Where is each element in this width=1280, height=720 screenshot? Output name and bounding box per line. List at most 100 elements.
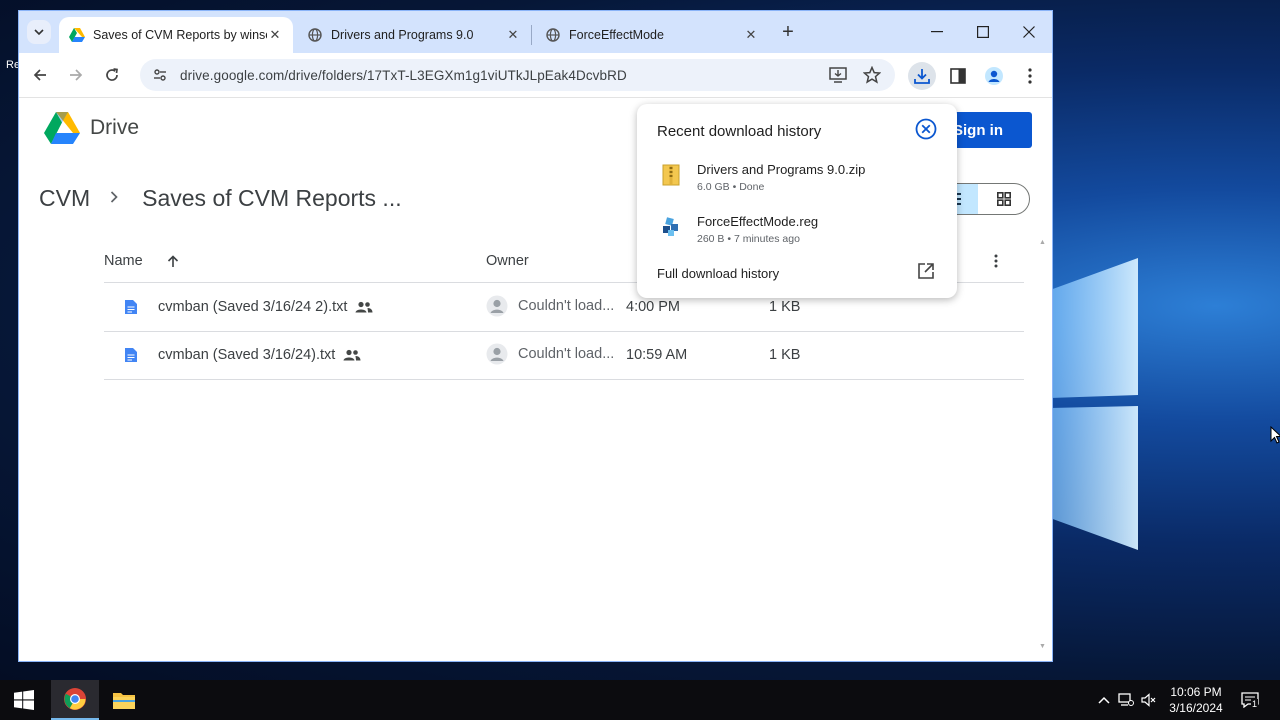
globe-icon — [307, 27, 323, 43]
owner-avatar-icon — [486, 343, 508, 365]
windows-taskbar: 10:06 PM 3/16/2024 1 — [0, 680, 1280, 720]
volume-tray-icon[interactable] — [1140, 691, 1158, 709]
clock-time: 10:06 PM — [1170, 685, 1222, 699]
column-options-button[interactable] — [986, 251, 1006, 271]
close-window-button[interactable] — [1015, 19, 1043, 45]
sort-arrow-up-icon[interactable] — [167, 254, 179, 268]
text-document-icon — [125, 348, 137, 362]
download-icon — [914, 69, 930, 84]
download-file-name: ForceEffectMode.reg — [697, 214, 819, 229]
reload-button[interactable] — [100, 63, 124, 87]
breadcrumb-item-root[interactable]: CVM — [39, 185, 90, 212]
file-name[interactable]: cvmban (Saved 3/16/24 2).txt — [158, 299, 347, 315]
clock-date: 3/16/2024 — [1169, 701, 1223, 715]
close-circle-icon — [915, 118, 937, 140]
chrome-menu-button[interactable] — [1016, 62, 1044, 90]
site-info-icon[interactable] — [150, 65, 170, 85]
taskbar-file-explorer[interactable] — [100, 680, 148, 720]
side-panel-icon — [950, 68, 966, 84]
tab-title: Saves of CVM Reports by winse — [93, 28, 267, 42]
owner-text: Couldn't load... — [518, 346, 615, 362]
windows-start-icon — [14, 690, 34, 710]
zip-file-icon — [662, 164, 680, 186]
shared-people-icon — [355, 301, 373, 313]
owner-cell: Couldn't load... — [486, 295, 614, 317]
shared-people-icon — [343, 349, 361, 361]
file-explorer-icon — [113, 693, 135, 709]
close-bubble-button[interactable] — [915, 118, 937, 140]
arrow-left-icon — [33, 69, 46, 81]
breadcrumb: CVM Saves of CVM Reports ... — [39, 185, 402, 212]
tab-search-button[interactable] — [27, 20, 51, 44]
chrome-icon — [64, 688, 86, 710]
reload-icon — [106, 68, 118, 81]
tab-strip: Saves of CVM Reports by winse ✕ Drivers … — [19, 11, 1052, 53]
owner-cell: Couldn't load... — [486, 343, 614, 365]
close-tab-icon[interactable]: ✕ — [505, 27, 521, 43]
globe-icon — [545, 27, 561, 43]
chevron-up-icon — [1098, 696, 1110, 704]
address-bar[interactable]: drive.google.com/drive/folders/17TxT-L3E… — [140, 59, 895, 91]
download-history-bubble: Recent download history Drivers and Prog… — [637, 104, 957, 298]
minimize-icon — [931, 31, 943, 33]
column-header-owner[interactable]: Owner — [486, 253, 529, 269]
google-drive-logo-icon — [44, 112, 80, 144]
bookmark-star-icon[interactable] — [862, 65, 882, 85]
taskbar-clock[interactable]: 10:06 PM 3/16/2024 — [1160, 684, 1232, 716]
start-button[interactable] — [14, 690, 34, 710]
network-icon — [1118, 693, 1134, 706]
drive-brand-name: Drive — [90, 116, 140, 139]
modified-cell: 4:00 PM — [626, 299, 680, 315]
table-row[interactable]: cvmban (Saved 3/16/24).txt Couldn't load… — [104, 332, 1024, 380]
more-vert-icon — [1028, 68, 1032, 84]
new-tab-button[interactable]: + — [777, 21, 799, 43]
show-hidden-icons-button[interactable] — [1095, 691, 1113, 709]
network-tray-icon[interactable] — [1117, 691, 1135, 709]
breadcrumb-item-current[interactable]: Saves of CVM Reports ... — [142, 185, 401, 212]
modified-cell: 10:59 AM — [626, 347, 688, 363]
drive-logo[interactable]: Drive — [44, 112, 139, 144]
text-document-icon — [125, 300, 137, 314]
profile-button[interactable] — [980, 62, 1008, 90]
profile-avatar-icon — [985, 67, 1003, 85]
minimize-button[interactable] — [923, 19, 951, 45]
open-in-new-icon[interactable] — [917, 262, 937, 282]
file-name-cell: cvmban (Saved 3/16/24).txt — [124, 347, 361, 363]
full-download-history-link[interactable]: Full download history — [657, 266, 779, 281]
arrow-right-icon — [70, 69, 83, 81]
download-item[interactable]: Drivers and Programs 9.0.zip 6.0 GB • Do… — [657, 162, 937, 202]
download-bubble-title: Recent download history — [657, 123, 822, 140]
close-tab-icon[interactable]: ✕ — [743, 27, 759, 43]
download-file-name: Drivers and Programs 9.0.zip — [697, 162, 866, 177]
tab-drivers-programs[interactable]: Drivers and Programs 9.0 ✕ — [297, 17, 531, 53]
taskbar-chrome[interactable] — [51, 680, 99, 720]
volume-muted-icon — [1141, 693, 1156, 707]
maximize-button[interactable] — [969, 19, 997, 45]
file-name[interactable]: cvmban (Saved 3/16/24).txt — [158, 347, 335, 363]
scroll-down-arrow[interactable]: ▼ — [1039, 643, 1046, 650]
mouse-cursor-icon — [1270, 425, 1280, 444]
column-name-label: Name — [104, 253, 143, 269]
install-app-icon[interactable] — [828, 65, 848, 85]
grid-view-button[interactable] — [978, 184, 1029, 214]
scroll-up-arrow[interactable]: ▲ — [1039, 239, 1046, 246]
windows-logo-light — [1050, 250, 1142, 560]
tab-force-effect-mode[interactable]: ForceEffectMode ✕ — [535, 17, 769, 53]
file-name-cell: cvmban (Saved 3/16/24 2).txt — [124, 299, 373, 315]
chevron-down-icon — [34, 29, 44, 36]
close-tab-icon[interactable]: ✕ — [267, 27, 283, 43]
forward-button[interactable] — [64, 63, 88, 87]
close-icon — [1023, 26, 1035, 38]
url-text: drive.google.com/drive/folders/17TxT-L3E… — [180, 67, 627, 83]
downloads-button[interactable] — [908, 62, 936, 90]
action-center-button[interactable]: 1 — [1239, 691, 1261, 709]
download-item[interactable]: ForceEffectMode.reg 260 B • 7 minutes ag… — [657, 214, 937, 254]
download-file-meta: 260 B • 7 minutes ago — [697, 233, 800, 245]
side-panel-button[interactable] — [944, 62, 972, 90]
column-header-name[interactable]: Name — [104, 253, 179, 269]
owner-text: Couldn't load... — [518, 298, 615, 314]
size-cell: 1 KB — [769, 299, 801, 315]
browser-toolbar: drive.google.com/drive/folders/17TxT-L3E… — [19, 53, 1052, 98]
back-button[interactable] — [28, 63, 52, 87]
tab-drive-folder[interactable]: Saves of CVM Reports by winse ✕ — [59, 17, 293, 53]
